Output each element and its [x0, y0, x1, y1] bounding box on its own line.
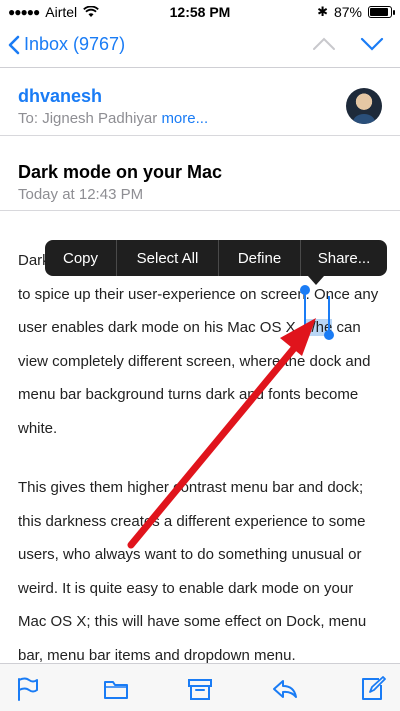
status-right: ✱ 87%: [317, 4, 395, 20]
reply-icon[interactable]: [272, 676, 298, 702]
archive-icon[interactable]: [187, 676, 213, 702]
selection-end-handle[interactable]: [328, 296, 330, 332]
menu-share[interactable]: Share...: [301, 240, 387, 276]
body-line: this darkness creates a different experi…: [18, 512, 366, 530]
menu-select-all[interactable]: Select All: [117, 240, 219, 276]
selection-start-handle[interactable]: [304, 290, 306, 328]
compose-icon[interactable]: [360, 676, 386, 702]
previous-message-icon[interactable]: [312, 34, 336, 54]
menu-define[interactable]: Define: [219, 240, 301, 276]
subject-block: Dark mode on your Mac Today at 12:43 PM: [0, 137, 400, 211]
back-to-inbox-button[interactable]: Inbox (9767): [8, 34, 125, 55]
to-prefix: To:: [18, 110, 39, 127]
avatar: [346, 88, 382, 124]
body-paragraph-2[interactable]: This gives them higher contrast menu bar…: [18, 471, 388, 672]
status-bar: ●●●●● Airtel 12:58 PM ✱ 87%: [0, 0, 400, 24]
body-line: weird. It is quite easy to enable dark m…: [18, 579, 354, 597]
body-line: Mac OS X; this will have some effect on …: [18, 613, 367, 630]
bluetooth-icon: ✱: [317, 4, 328, 19]
body-line: menu bar background turns dark and fonts…: [18, 386, 359, 403]
body-line: can: [332, 319, 361, 336]
nav-bar: Inbox (9767): [0, 24, 400, 68]
back-label: Inbox (9767): [24, 34, 126, 54]
selection-start-knob[interactable]: [300, 285, 310, 295]
body-line: users, who always want to do something u…: [18, 546, 362, 563]
body-line: This gives them higher contrast menu bar…: [18, 479, 364, 496]
context-menu-pointer: [308, 276, 324, 285]
menu-copy[interactable]: Copy: [45, 240, 117, 276]
next-message-icon[interactable]: [360, 34, 384, 54]
body-line: user enables dark mode on his Mac OS X,: [18, 319, 304, 336]
message-date: Today at 12:43 PM: [18, 186, 144, 203]
more-details-link[interactable]: more...: [161, 110, 208, 127]
battery-icon: [368, 6, 395, 18]
recipient-name[interactable]: Jignesh Padhiyar: [42, 110, 157, 127]
message-body[interactable]: Dark to spice up their user-experience o…: [18, 244, 388, 672]
chevron-left-icon: [8, 35, 20, 54]
body-line: white.: [18, 419, 58, 437]
message-header: dhvanesh To: Jignesh Padhiyar more...: [0, 68, 400, 136]
text-context-menu: Copy Select All Define Share...: [45, 240, 387, 276]
sender-name[interactable]: dhvanesh: [18, 86, 102, 107]
message-subject: Dark mode on your Mac: [18, 162, 223, 182]
selection-end-knob[interactable]: [324, 330, 334, 340]
message-nav-arrows: [312, 34, 384, 54]
bottom-toolbar: [0, 663, 400, 711]
battery-percent: 87%: [333, 4, 362, 20]
folder-icon[interactable]: [103, 676, 129, 702]
recipient-line: To: Jignesh Padhiyar more...: [18, 110, 208, 127]
body-line: view completely different screen, where …: [18, 352, 371, 370]
flag-icon[interactable]: [14, 676, 40, 702]
body-line: bar, menu bar items and dropdown menu.: [18, 646, 296, 664]
body-line: to spice up their user-experience on scr…: [18, 285, 379, 303]
